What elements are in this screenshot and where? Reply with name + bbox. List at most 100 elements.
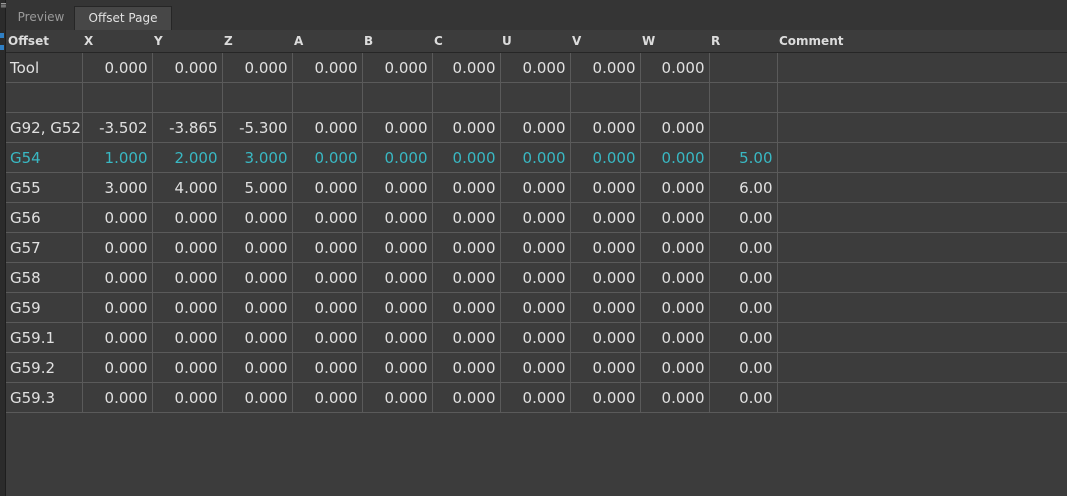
value-cell-x[interactable]: 0.000 [82,322,153,353]
column-header-r[interactable]: R [709,30,777,53]
value-cell-x[interactable]: 1.000 [82,142,153,173]
value-cell-x[interactable]: -3.502 [82,112,153,143]
value-cell-a[interactable]: 0.000 [292,232,363,263]
value-cell-u[interactable]: 0.000 [500,202,571,233]
value-cell-w[interactable]: 0.000 [640,352,710,383]
value-cell-x[interactable]: 0.000 [82,232,153,263]
table-row[interactable]: G59.1 0.000 0.000 0.000 0.000 0.000 0.000 0.000… [6,322,1067,353]
value-cell-v[interactable]: 0.000 [570,142,641,173]
value-cell-w[interactable]: 0.000 [640,52,710,83]
value-cell-y[interactable]: 0.000 [152,322,223,353]
value-cell-a[interactable]: 0.000 [292,292,363,323]
value-cell-u[interactable] [500,82,571,113]
value-cell-z[interactable] [222,82,293,113]
value-cell-b[interactable]: 0.000 [362,172,433,203]
value-cell-c[interactable] [432,82,501,113]
value-cell-y[interactable] [152,82,223,113]
value-cell-w[interactable]: 0.000 [640,232,710,263]
value-cell-r[interactable]: 0.00 [709,382,778,413]
value-cell-z[interactable]: 0.000 [222,232,293,263]
value-cell-a[interactable]: 0.000 [292,202,363,233]
value-cell-a[interactable]: 0.000 [292,322,363,353]
table-row[interactable]: G59.3 0.000 0.000 0.000 0.000 0.000 0.000 0.000… [6,382,1067,413]
value-cell-u[interactable]: 0.000 [500,292,571,323]
comment-cell[interactable] [777,322,1067,353]
value-cell-b[interactable]: 0.000 [362,352,433,383]
value-cell-w[interactable]: 0.000 [640,112,710,143]
column-header-v[interactable]: V [570,30,640,53]
column-header-c[interactable]: C [432,30,500,53]
value-cell-r[interactable]: 0.00 [709,202,778,233]
value-cell-r[interactable]: 5.00 [709,142,778,173]
value-cell-c[interactable]: 0.000 [432,112,501,143]
value-cell-a[interactable]: 0.000 [292,142,363,173]
value-cell-v[interactable]: 0.000 [570,352,641,383]
column-header-z[interactable]: Z [222,30,292,53]
value-cell-w[interactable]: 0.000 [640,202,710,233]
value-cell-v[interactable]: 0.000 [570,262,641,293]
table-row[interactable]: G57 0.000 0.000 0.000 0.000 0.000 0.000 0.000 0.… [6,232,1067,263]
value-cell-w[interactable] [640,82,710,113]
value-cell-r[interactable]: 0.00 [709,322,778,353]
value-cell-r[interactable] [709,82,778,113]
value-cell-x[interactable]: 0.000 [82,262,153,293]
value-cell-b[interactable]: 0.000 [362,112,433,143]
value-cell-z[interactable]: 0.000 [222,202,293,233]
value-cell-b[interactable]: 0.000 [362,142,433,173]
value-cell-a[interactable]: 0.000 [292,172,363,203]
value-cell-a[interactable]: 0.000 [292,52,363,83]
tab-preview[interactable]: Preview [8,6,74,30]
table-row[interactable]: G59 0.000 0.000 0.000 0.000 0.000 0.000 0.000 0.… [6,292,1067,323]
value-cell-z[interactable]: 3.000 [222,142,293,173]
column-header-w[interactable]: W [640,30,709,53]
value-cell-v[interactable]: 0.000 [570,292,641,323]
value-cell-c[interactable]: 0.000 [432,142,501,173]
value-cell-z[interactable]: 0.000 [222,382,293,413]
column-header-y[interactable]: Y [152,30,222,53]
value-cell-y[interactable]: 0.000 [152,262,223,293]
value-cell-z[interactable]: -5.300 [222,112,293,143]
value-cell-x[interactable]: 3.000 [82,172,153,203]
value-cell-a[interactable]: 0.000 [292,112,363,143]
comment-cell[interactable] [777,262,1067,293]
value-cell-u[interactable]: 0.000 [500,262,571,293]
table-row[interactable] [6,82,1067,113]
value-cell-z[interactable]: 5.000 [222,172,293,203]
value-cell-z[interactable]: 0.000 [222,322,293,353]
table-row[interactable]: G54 1.000 2.000 3.000 0.000 0.000 0.000 0.000 0.… [6,142,1067,173]
value-cell-r[interactable]: 0.00 [709,292,778,323]
value-cell-v[interactable] [570,82,641,113]
value-cell-v[interactable]: 0.000 [570,112,641,143]
comment-cell[interactable] [777,202,1067,233]
comment-cell[interactable] [777,352,1067,383]
value-cell-c[interactable]: 0.000 [432,172,501,203]
value-cell-y[interactable]: 2.000 [152,142,223,173]
value-cell-r[interactable]: 6.00 [709,172,778,203]
table-row[interactable]: Tool 0.000 0.000 0.000 0.000 0.000 0.000 0.000 0… [6,52,1067,83]
comment-cell[interactable] [777,292,1067,323]
value-cell-r[interactable] [709,52,778,83]
value-cell-b[interactable] [362,82,433,113]
value-cell-c[interactable]: 0.000 [432,52,501,83]
value-cell-a[interactable] [292,82,363,113]
column-header-offset[interactable]: Offset [6,30,82,53]
value-cell-b[interactable]: 0.000 [362,232,433,263]
value-cell-u[interactable]: 0.000 [500,112,571,143]
value-cell-x[interactable]: 0.000 [82,292,153,323]
value-cell-v[interactable]: 0.000 [570,232,641,263]
value-cell-v[interactable]: 0.000 [570,382,641,413]
table-row[interactable]: G56 0.000 0.000 0.000 0.000 0.000 0.000 0.000 0.… [6,202,1067,233]
comment-cell[interactable] [777,232,1067,263]
comment-cell[interactable] [777,172,1067,203]
value-cell-z[interactable]: 0.000 [222,52,293,83]
value-cell-w[interactable]: 0.000 [640,172,710,203]
value-cell-r[interactable] [709,112,778,143]
comment-cell[interactable] [777,382,1067,413]
value-cell-y[interactable]: 0.000 [152,52,223,83]
value-cell-b[interactable]: 0.000 [362,52,433,83]
comment-cell[interactable] [777,112,1067,143]
tab-offset-page[interactable]: Offset Page [74,6,172,30]
value-cell-c[interactable]: 0.000 [432,382,501,413]
value-cell-b[interactable]: 0.000 [362,382,433,413]
table-row[interactable]: G58 0.000 0.000 0.000 0.000 0.000 0.000 0.000 0.… [6,262,1067,293]
